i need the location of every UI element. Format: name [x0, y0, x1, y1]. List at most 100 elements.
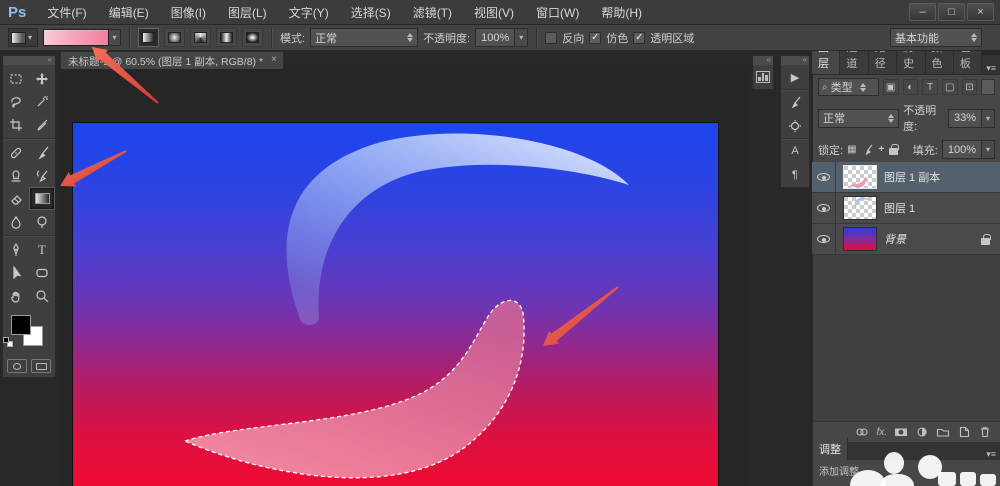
fill-dropdown[interactable]: ▾ [982, 140, 995, 159]
filter-smart-objects-icon[interactable]: ⊡ [962, 79, 978, 95]
reflected-gradient-button[interactable] [216, 28, 237, 47]
menu-type[interactable]: 文字(Y) [278, 4, 340, 21]
workspace-switcher[interactable]: 基本功能 [890, 28, 982, 47]
zoom-tool[interactable] [29, 284, 55, 307]
menu-edit[interactable]: 编辑(E) [98, 4, 160, 21]
crop-tool[interactable] [3, 113, 29, 136]
gradient-tool[interactable] [29, 187, 55, 210]
actions-panel-button[interactable]: ▶ [781, 65, 809, 89]
layer-opacity-value[interactable]: 33% [948, 109, 982, 128]
foreground-color-swatch[interactable] [11, 315, 31, 335]
layer-row-layer1[interactable]: 图层 1 [812, 193, 1000, 224]
maximize-button[interactable]: □ [938, 3, 965, 21]
canvas[interactable] [73, 123, 718, 486]
blur-tool[interactable] [3, 210, 29, 233]
type-tool[interactable]: T [29, 238, 55, 261]
layer-thumbnail[interactable] [843, 196, 877, 220]
close-tab-icon[interactable]: × [271, 54, 277, 65]
brush-presets-panel-button[interactable] [781, 114, 809, 138]
layer-thumbnail[interactable] [843, 165, 877, 189]
histogram-panel-button[interactable] [753, 65, 773, 89]
menu-layer[interactable]: 图层(L) [217, 4, 278, 21]
collapse-toolbar-icon[interactable]: « [3, 56, 55, 65]
filter-toggle-switch[interactable] [981, 79, 995, 95]
diamond-gradient-button[interactable] [242, 28, 263, 47]
menu-window[interactable]: 窗口(W) [525, 4, 590, 21]
blend-mode-select[interactable]: 正常 [818, 109, 899, 128]
paragraph-panel-button[interactable]: ¶ [781, 163, 809, 187]
visibility-toggle[interactable] [812, 162, 836, 192]
rectangular-marquee-tool[interactable] [3, 67, 29, 90]
menu-select[interactable]: 选择(S) [340, 4, 402, 21]
screen-mode-button[interactable] [31, 359, 51, 373]
eraser-tool[interactable] [3, 187, 29, 210]
lock-move-icon[interactable]: + [879, 144, 885, 155]
menu-help[interactable]: 帮助(H) [590, 4, 653, 21]
layer-style-icon[interactable]: fx. [876, 427, 887, 438]
clone-stamp-tool[interactable] [3, 164, 29, 187]
close-button[interactable]: × [967, 3, 994, 21]
menu-image[interactable]: 图像(I) [160, 4, 217, 21]
link-layers-icon[interactable] [855, 425, 869, 439]
visibility-toggle[interactable] [812, 193, 836, 223]
delete-layer-icon[interactable] [978, 425, 992, 439]
collapse-dock-icon[interactable]: « [781, 56, 809, 65]
pen-tool[interactable] [3, 238, 29, 261]
hand-tool[interactable] [3, 284, 29, 307]
layer-opacity-dropdown[interactable]: ▾ [982, 109, 995, 128]
filter-adjustment-layers-icon[interactable]: ◐ [903, 79, 919, 95]
quick-mask-button[interactable] [7, 359, 27, 373]
brush-panel-button[interactable] [781, 90, 809, 114]
move-tool[interactable] [29, 67, 55, 90]
shape-tool[interactable] [29, 261, 55, 284]
opacity-dropdown[interactable]: ▾ [515, 28, 528, 47]
visibility-toggle[interactable] [812, 224, 836, 254]
path-selection-tool[interactable] [3, 261, 29, 284]
add-mask-icon[interactable] [894, 425, 908, 439]
lock-transparency-icon[interactable]: ▦ [847, 144, 856, 155]
layer-filter-select[interactable]: ⌕ 类型 [818, 78, 879, 96]
adjustment-layer-icon[interactable] [915, 425, 929, 439]
magic-wand-tool[interactable] [29, 90, 55, 113]
layer-row-layer1-copy[interactable]: 图层 1 副本 [812, 162, 1000, 193]
tool-preset-picker[interactable]: ▾ [8, 28, 38, 47]
filter-type-layers-icon[interactable]: T [922, 79, 938, 95]
opacity-value[interactable]: 100% [475, 28, 515, 47]
menu-view[interactable]: 视图(V) [463, 4, 525, 21]
dodge-tool[interactable] [29, 210, 55, 233]
layer-thumbnail[interactable] [843, 227, 877, 251]
collapse-dock-icon[interactable]: « [753, 56, 773, 65]
radial-gradient-button[interactable] [164, 28, 185, 47]
tab-adjustments[interactable]: 调整 [813, 438, 848, 460]
layer-name[interactable]: 图层 1 [884, 200, 915, 216]
filter-pixel-layers-icon[interactable]: ▣ [883, 79, 899, 95]
panel-menu-icon[interactable]: ▾≡ [982, 449, 1000, 460]
gradient-preview[interactable] [43, 29, 109, 46]
lock-all-icon[interactable] [889, 148, 898, 155]
character-panel-button[interactable]: A [781, 139, 809, 163]
minimize-button[interactable]: – [909, 3, 936, 21]
new-layer-icon[interactable] [957, 425, 971, 439]
panel-menu-icon[interactable]: ▾≡ [982, 63, 1000, 74]
reverse-checkbox[interactable] [545, 32, 557, 44]
transparency-checkbox[interactable]: ✓ [633, 32, 645, 44]
layer-name[interactable]: 背景 [884, 231, 906, 247]
eyedropper-tool[interactable] [29, 113, 55, 136]
linear-gradient-button[interactable] [138, 28, 159, 47]
menu-file[interactable]: 文件(F) [36, 4, 97, 21]
default-colors-icon[interactable] [3, 337, 15, 347]
lasso-tool[interactable] [3, 90, 29, 113]
fill-value[interactable]: 100% [942, 140, 982, 159]
dither-checkbox[interactable]: ✓ [589, 32, 601, 44]
angle-gradient-button[interactable] [190, 28, 211, 47]
layer-name[interactable]: 图层 1 副本 [884, 169, 940, 185]
new-group-icon[interactable] [936, 425, 950, 439]
healing-brush-tool[interactable] [3, 141, 29, 164]
history-brush-tool[interactable] [29, 164, 55, 187]
layer-row-background[interactable]: 背景 [812, 224, 1000, 255]
brush-tool[interactable] [29, 141, 55, 164]
document-tab[interactable]: 未标题-1 @ 60.5% (图层 1 副本, RGB/8) * × [60, 51, 284, 69]
lock-paint-icon[interactable] [862, 144, 874, 156]
gradient-picker-dropdown[interactable]: ▾ [109, 29, 121, 46]
menu-filter[interactable]: 滤镜(T) [402, 4, 463, 21]
